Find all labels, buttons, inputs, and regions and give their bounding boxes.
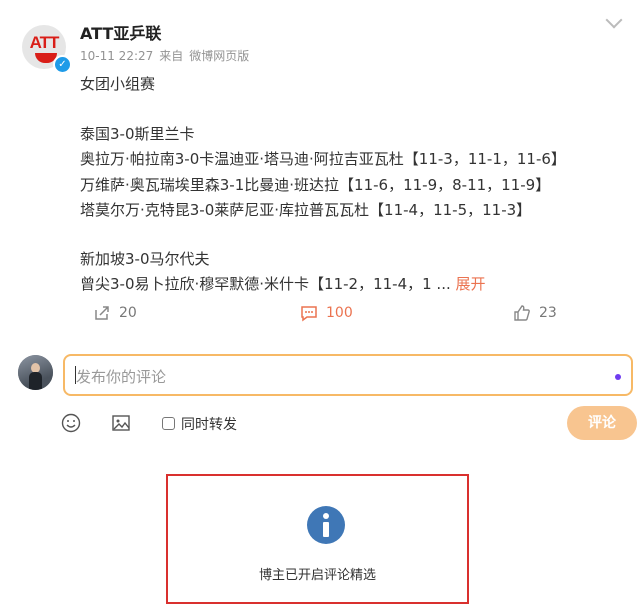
info-icon xyxy=(307,506,345,544)
post-text-line: 泰国3-0斯里兰卡 xyxy=(80,125,195,143)
post-source[interactable]: 微博网页版 xyxy=(189,49,249,63)
verified-badge-icon: ✓ xyxy=(53,55,72,74)
post-text-line: 新加坡3-0马尔代夫 xyxy=(80,250,210,268)
post-text-line: 万维萨·奥瓦瑞埃里森3-1比曼迪·班达拉【11-6，11-9，8-11，11-9… xyxy=(80,176,551,194)
thumbs-up-icon xyxy=(514,305,530,321)
submit-comment-button[interactable]: 评论 xyxy=(567,406,637,440)
source-prefix: 来自 xyxy=(159,49,184,63)
chevron-down-icon[interactable] xyxy=(605,11,623,29)
repost-count: 20 xyxy=(119,305,137,321)
image-icon[interactable] xyxy=(111,413,131,437)
comment-count: 100 xyxy=(326,305,353,321)
input-indicator-dot xyxy=(615,374,621,380)
post-timestamp[interactable]: 10-11 22:27 xyxy=(80,49,153,63)
like-button[interactable]: 23 xyxy=(513,304,557,322)
comment-button[interactable]: 100 xyxy=(300,304,353,322)
post-text-truncated: 曾尖3-0易卜拉欣·穆罕默德·米什卡【11-2，11-4，1 ... xyxy=(80,275,451,293)
repost-checkbox[interactable] xyxy=(162,417,175,430)
emoji-icon[interactable] xyxy=(61,413,81,437)
expand-link[interactable]: 展开 xyxy=(456,275,486,293)
comment-icon xyxy=(301,306,317,322)
current-user-avatar[interactable] xyxy=(18,355,53,390)
repost-checkbox-label[interactable]: 同时转发 xyxy=(181,414,237,434)
notice-text: 博主已开启评论精选 xyxy=(258,568,376,583)
avatar-logo-text: ATT xyxy=(29,33,60,52)
like-count: 23 xyxy=(539,305,557,321)
post-text-line: 塔莫尔万·克特昆3-0莱萨尼亚·库拉普瓦瓦杜【11-4，11-5，11-3】 xyxy=(80,201,532,219)
comment-placeholder: 发布你的评论 xyxy=(76,368,167,386)
repost-button[interactable]: 20 xyxy=(93,304,137,322)
post-text-line-truncated: 曾尖3-0易卜拉欣·穆罕默德·米什卡【11-2，11-4，1 ... 展开 xyxy=(80,273,486,294)
repost-icon xyxy=(95,306,109,320)
author-name[interactable]: ATT亚乒联 xyxy=(80,20,161,44)
post-text-line: 奥拉万·帕拉南3-0卡温迪亚·塔马迪·阿拉吉亚瓦杜【11-3，11-1，11-6… xyxy=(80,150,566,168)
post-meta: 10-11 22:27 来自 微博网页版 xyxy=(80,47,255,64)
post-text-line: 女团小组赛 xyxy=(80,75,156,93)
